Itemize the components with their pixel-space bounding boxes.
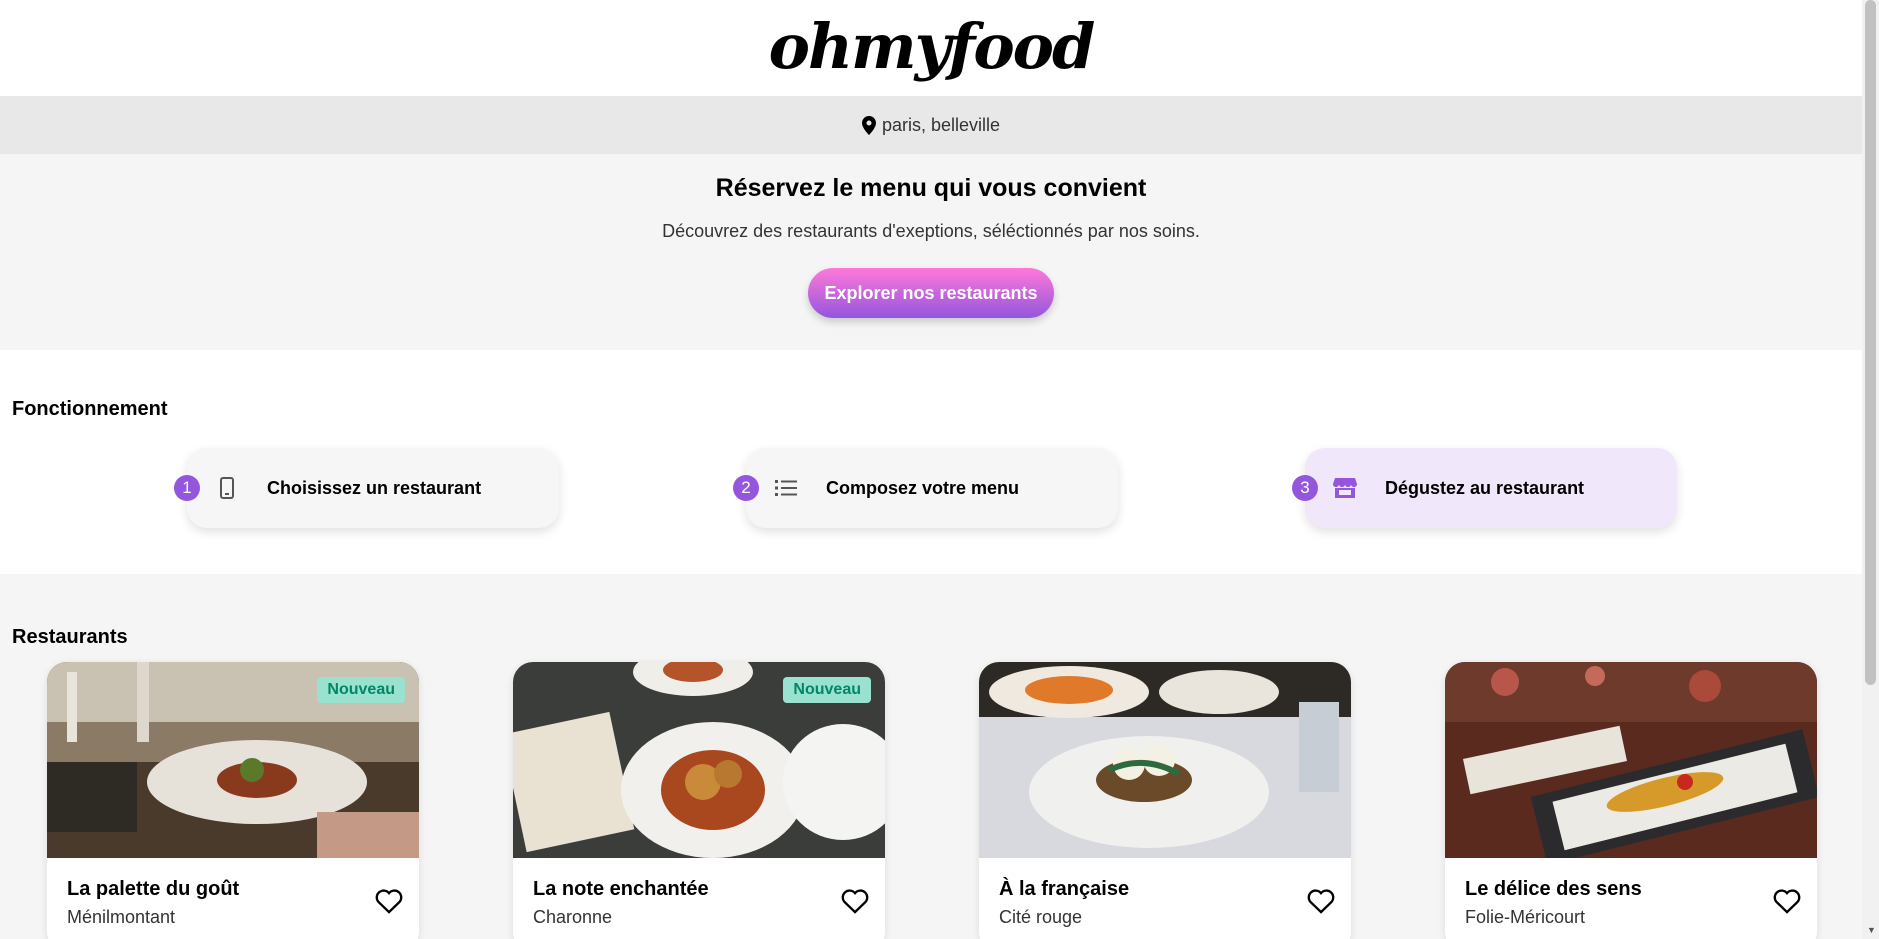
hero-title: Réservez le menu qui vous convient bbox=[715, 174, 1147, 202]
restaurant-photo: Nouveau bbox=[513, 662, 885, 858]
heart-icon[interactable] bbox=[1773, 888, 1801, 914]
restaurant-area: Charonne bbox=[533, 907, 613, 927]
how-it-works-section: Fonctionnement 1 Choisissez un restauran… bbox=[0, 350, 1862, 574]
restaurant-photo bbox=[979, 662, 1351, 858]
step-choose-restaurant: 1 Choisissez un restaurant bbox=[174, 448, 559, 528]
restaurant-card[interactable]: Nouveau La note enchantée Charonne bbox=[513, 662, 885, 939]
scroll-down-arrow-icon[interactable]: ▼ bbox=[1867, 925, 1876, 935]
explore-restaurants-button[interactable]: Explorer nos restaurants bbox=[808, 268, 1054, 318]
step-label: Composez votre menu bbox=[826, 477, 1020, 498]
restaurant-area: Ménilmontant bbox=[67, 907, 176, 927]
restaurant-name: Le délice des sens bbox=[1465, 878, 1642, 900]
step-number: 2 bbox=[733, 475, 759, 501]
heart-icon[interactable] bbox=[1307, 888, 1335, 914]
restaurants-title: Restaurants bbox=[12, 626, 128, 648]
new-badge: Nouveau bbox=[783, 677, 871, 703]
restaurant-name: À la française bbox=[999, 878, 1130, 900]
map-pin-icon bbox=[861, 115, 876, 135]
restaurant-name: La palette du goût bbox=[67, 878, 240, 900]
restaurant-area: Folie-Méricourt bbox=[1465, 907, 1586, 927]
step-number: 3 bbox=[1292, 475, 1318, 501]
mobile-phone-icon bbox=[215, 476, 239, 500]
restaurant-area: Cité rouge bbox=[999, 907, 1083, 927]
location-text: paris, belleville bbox=[881, 114, 1001, 135]
step-label: Choisissez un restaurant bbox=[267, 477, 482, 498]
store-icon bbox=[1333, 476, 1357, 500]
heart-icon[interactable] bbox=[375, 888, 403, 914]
step-label: Dégustez au restaurant bbox=[1385, 477, 1585, 498]
restaurant-name: La note enchantée bbox=[533, 878, 709, 900]
restaurant-card[interactable]: À la française Cité rouge bbox=[979, 662, 1351, 939]
restaurant-card[interactable]: Le délice des sens Folie-Méricourt bbox=[1445, 662, 1817, 939]
restaurant-photo bbox=[1445, 662, 1817, 858]
heart-icon[interactable] bbox=[841, 888, 869, 914]
site-header: ohmyfood bbox=[0, 0, 1862, 96]
scrollbar-thumb[interactable] bbox=[1865, 0, 1876, 685]
restaurant-photo: Nouveau bbox=[47, 662, 419, 858]
hero-section: Réservez le menu qui vous convient Décou… bbox=[0, 154, 1862, 350]
step-compose-menu: 2 Composez votre menu bbox=[733, 448, 1118, 528]
list-icon bbox=[774, 476, 798, 500]
restaurants-section: Restaurants Nouveau La palette du goût M… bbox=[0, 574, 1862, 939]
site-logo[interactable]: ohmyfood bbox=[769, 10, 1096, 83]
step-number: 1 bbox=[174, 475, 200, 501]
page: ohmyfood paris, belleville Réservez le m… bbox=[0, 0, 1862, 939]
how-it-works-title: Fonctionnement bbox=[12, 398, 168, 420]
step-enjoy-restaurant: 3 Dégustez au restaurant bbox=[1292, 448, 1677, 528]
restaurant-card[interactable]: Nouveau La palette du goût Ménilmontant bbox=[47, 662, 419, 939]
location-bar: paris, belleville bbox=[0, 96, 1862, 154]
hero-subtitle: Découvrez des restaurants d'exeptions, s… bbox=[662, 221, 1200, 241]
vertical-scrollbar[interactable]: ▼ bbox=[1862, 0, 1879, 939]
new-badge: Nouveau bbox=[317, 677, 405, 703]
